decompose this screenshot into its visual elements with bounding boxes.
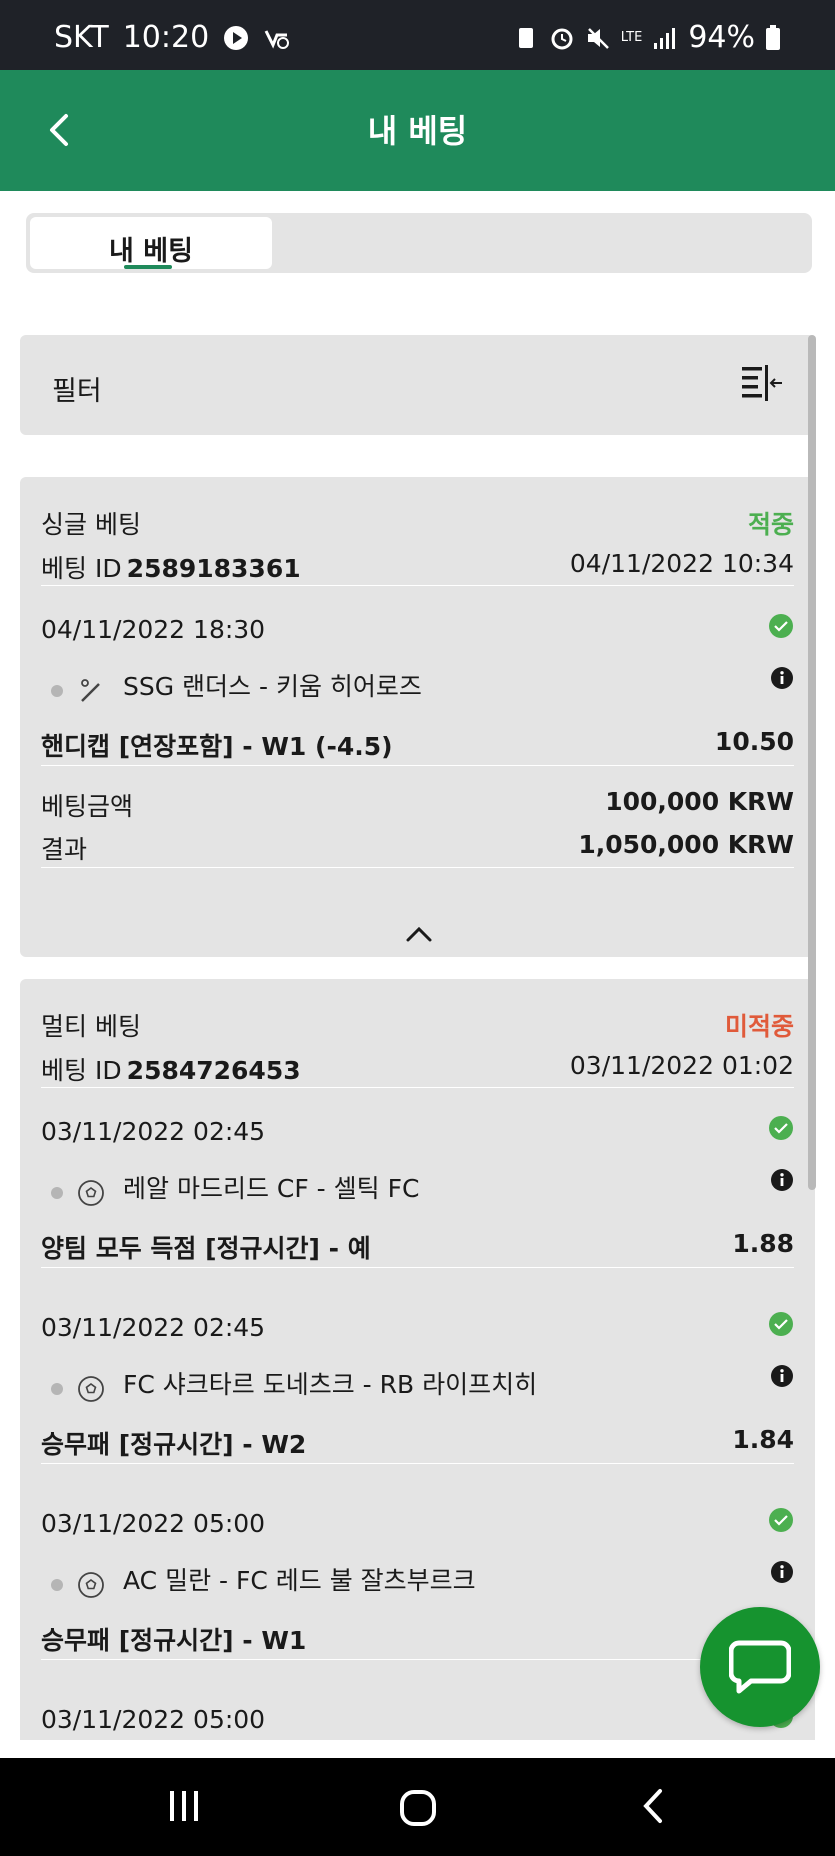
- status-dot: [51, 1382, 63, 1395]
- market-selection: 양팀 모두 득점 [정규시간] - 예: [41, 1234, 371, 1263]
- bet-id: 2584726453: [126, 1056, 301, 1085]
- filter-bar[interactable]: 필터: [20, 335, 815, 435]
- divider: [41, 1267, 794, 1268]
- selection-datetime: 03/11/2022 05:00: [41, 1509, 266, 1538]
- bet-id: 2589183361: [126, 554, 301, 583]
- soccer-ball-icon: [78, 1375, 104, 1402]
- bet-type: 멀티 베팅: [41, 1012, 141, 1041]
- status-dot: [51, 1578, 63, 1591]
- info-icon[interactable]: [770, 1168, 794, 1192]
- divider: [41, 1659, 794, 1660]
- bet-list[interactable]: 필터 싱글 베팅 적중 베팅 ID 2589183361 04/11/2022 …: [0, 295, 835, 1740]
- selection-datetime: 04/11/2022 18:30: [41, 615, 266, 644]
- odds: 1.84: [732, 1425, 794, 1454]
- divider: [41, 867, 794, 868]
- chat-button[interactable]: [700, 1607, 820, 1727]
- check-circle-icon: [769, 614, 793, 638]
- stake-label: 베팅금액: [41, 792, 134, 821]
- match-name: FC 샤크타르 도네츠크 - RB 라이프치히: [123, 1370, 538, 1399]
- app-bar: 내 베팅: [0, 70, 835, 191]
- divider: [41, 585, 794, 586]
- tab-active-indicator: [124, 265, 172, 269]
- bet-id-label: 베팅 ID: [41, 554, 122, 583]
- selection-datetime: 03/11/2022 02:45: [41, 1313, 266, 1342]
- info-icon[interactable]: [770, 1364, 794, 1388]
- divider: [41, 1463, 794, 1464]
- network-label: LTE: [620, 30, 643, 45]
- play-icon: [224, 25, 249, 50]
- chat-bubble-icon: [729, 1640, 791, 1694]
- bet-card-multi[interactable]: 멀티 베팅 미적중 베팅 ID 2584726453 03/11/2022 01…: [20, 979, 815, 1740]
- page-title: 내 베팅: [367, 112, 468, 150]
- selection-datetime: 03/11/2022 05:00: [41, 1705, 266, 1734]
- status-dot: [51, 1186, 63, 1199]
- signal-icon: [654, 27, 676, 49]
- match-name: AC 밀란 - FC 레드 불 잘츠부르크: [123, 1566, 476, 1595]
- filter-label: 필터: [52, 376, 102, 407]
- divider: [41, 765, 794, 766]
- info-icon[interactable]: [770, 666, 794, 690]
- bet-datetime: 03/11/2022 01:02: [569, 1051, 794, 1080]
- market-selection: 승무패 [정규시간] - W1: [41, 1626, 307, 1655]
- battery-percent: 94%: [688, 20, 755, 55]
- soccer-ball-icon: [78, 1179, 104, 1206]
- home-icon[interactable]: [398, 1788, 438, 1828]
- stake-amount: 100,000 KRW: [605, 787, 794, 816]
- odds: 10.50: [714, 727, 794, 756]
- result-label: 결과: [41, 835, 88, 864]
- check-circle-icon: [769, 1508, 793, 1532]
- status-bar: SKT 10:20 LTE 94%: [0, 0, 835, 70]
- odds: 1.88: [732, 1229, 794, 1258]
- tab-my-bets[interactable]: 내 베팅: [30, 217, 272, 269]
- recycle-icon: [518, 27, 533, 48]
- system-nav-bar: [0, 1758, 835, 1856]
- match-name: 레알 마드리드 CF - 셀틱 FC: [123, 1174, 420, 1203]
- chevron-up-icon[interactable]: [405, 924, 433, 944]
- status-dot: [51, 684, 63, 697]
- alarm-icon: [551, 28, 573, 49]
- bet-status-badge: 적중: [747, 510, 794, 539]
- scrollbar[interactable]: [808, 335, 816, 1190]
- market-selection: 승무패 [정규시간] - W2: [41, 1430, 307, 1459]
- bet-id-label: 베팅 ID: [41, 1056, 122, 1085]
- market-selection: 핸디캡 [연장포함] - W1 (-4.5): [41, 732, 393, 761]
- bet-card-single[interactable]: 싱글 베팅 적중 베팅 ID 2589183361 04/11/2022 10:…: [20, 477, 815, 957]
- recent-apps-icon[interactable]: [166, 1788, 202, 1824]
- check-circle-icon: [769, 1116, 793, 1140]
- mute-icon: [587, 27, 609, 49]
- tab-label: 내 베팅: [109, 236, 193, 267]
- selection-datetime: 03/11/2022 02:45: [41, 1117, 266, 1146]
- result-amount: 1,050,000 KRW: [578, 830, 794, 859]
- info-icon[interactable]: [770, 1560, 794, 1584]
- tab-bar: 내 베팅: [26, 213, 812, 273]
- battery-icon: [766, 24, 780, 50]
- divider: [41, 1087, 794, 1088]
- bet-status-badge: 미적중: [724, 1012, 794, 1041]
- clock: 10:20: [122, 20, 210, 55]
- baseball-icon: [81, 678, 100, 702]
- soccer-ball-icon: [78, 1571, 104, 1598]
- bet-type: 싱글 베팅: [41, 510, 141, 539]
- filter-icon[interactable]: [740, 363, 784, 403]
- call-missed-icon: [264, 29, 290, 49]
- bet-datetime: 04/11/2022 10:34: [569, 549, 794, 578]
- check-circle-icon: [769, 1312, 793, 1336]
- carrier-label: SKT: [54, 20, 109, 55]
- back-icon[interactable]: [638, 1788, 666, 1824]
- match-name: SSG 랜더스 - 키움 히어로즈: [123, 672, 422, 701]
